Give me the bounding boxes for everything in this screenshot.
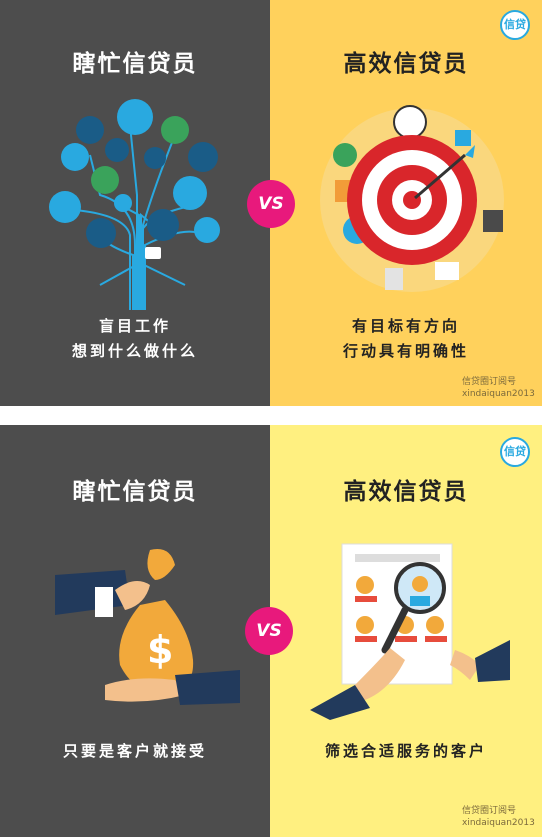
target-illustration <box>320 105 504 292</box>
chart-icon <box>385 268 403 290</box>
sleeve-bottom <box>175 670 240 705</box>
busy-officer-side: 瞎忙信贷员 盲目工作 想到什么做什么 <box>0 0 270 406</box>
tech-tree-illustration <box>49 99 220 310</box>
watermark-line1: 信贷圈订阅号 <box>462 806 517 816</box>
left-caption: 盲目工作 想到什么做什么 <box>0 314 270 364</box>
share-icon <box>114 194 132 212</box>
watermark: 信贷圈订阅号 xindaiquan2013 <box>462 376 535 400</box>
brand-logo: 信贷 <box>500 10 530 40</box>
vs-badge: VS <box>247 180 295 228</box>
vs-badge-2: VS <box>245 607 293 655</box>
signal-icon <box>76 116 104 144</box>
wifi-icon <box>188 142 218 172</box>
efficient-officer-side-2: 高效信贷员 筛选合适服务的客户 信贷圈订阅号 xindaiquan2013 <box>270 425 542 837</box>
watermark-line2: xindaiquan2013 <box>462 818 535 828</box>
left-caption-2: 只要是客户就接受 <box>62 742 207 760</box>
cloud-icon <box>147 209 179 241</box>
right-caption: 有目标有方向 行动具有明确性 <box>270 314 542 364</box>
right-caption-2: 筛选合适服务的客户 <box>324 742 487 760</box>
fan-icon <box>105 138 129 162</box>
money-bag-illustration: $ <box>55 549 240 705</box>
bulb-icon <box>333 143 357 167</box>
right-title-2: 高效信贷员 <box>343 479 469 505</box>
watermark-line1: 信贷圈订阅号 <box>462 377 517 387</box>
hand-bottom <box>105 678 185 702</box>
phone-icon <box>117 99 153 135</box>
efficient-officer-side: 高效信贷员 有目标有方向 行动具有明确性 信贷圈订阅号 xindaiquan20… <box>270 0 542 406</box>
folder-icon <box>91 166 119 194</box>
clock-icon <box>194 217 220 243</box>
left-caption-line2: 想到什么做什么 <box>71 342 198 360</box>
dollar-sign: $ <box>147 628 173 672</box>
comparison-panel-2: 瞎忙信贷员 $ 只要是客户就接受 高效信贷员 筛选合适服务的客户 信贷圈订阅号 … <box>0 425 542 837</box>
resume-screening-illustration <box>310 543 510 720</box>
clock-icon <box>393 105 427 139</box>
right-title: 高效信贷员 <box>343 51 469 77</box>
gear-icon <box>161 116 189 144</box>
watermark-2: 信贷圈订阅号 xindaiquan2013 <box>462 805 535 829</box>
busy-officer-side-2: 瞎忙信贷员 $ 只要是客户就接受 <box>0 425 270 837</box>
book-icon <box>435 262 459 280</box>
laptop-icon <box>145 247 161 259</box>
hand-right <box>450 650 480 680</box>
left-title: 瞎忙信贷员 <box>72 51 198 77</box>
battery-icon <box>144 147 166 169</box>
tablet-icon <box>86 218 116 248</box>
comparison-panel-1: 瞎忙信贷员 盲目工作 想到什么做什么 高效信贷员 有目标有方向 行动具有明确性 … <box>0 0 542 406</box>
sleeve-right <box>475 640 510 682</box>
watermark-line2: xindaiquan2013 <box>462 389 535 399</box>
satellite-icon <box>61 143 89 171</box>
calendar-icon <box>455 130 471 146</box>
right-caption-line2: 行动具有明确性 <box>342 342 469 360</box>
computer-icon <box>49 191 81 223</box>
briefcase-icon <box>483 210 503 232</box>
right-caption-line1: 有目标有方向 <box>351 317 460 335</box>
left-title-2: 瞎忙信贷员 <box>72 479 198 505</box>
monitor-icon <box>173 176 207 210</box>
left-caption-line1: 盲目工作 <box>98 317 171 335</box>
brand-logo-2: 信贷 <box>500 437 530 467</box>
